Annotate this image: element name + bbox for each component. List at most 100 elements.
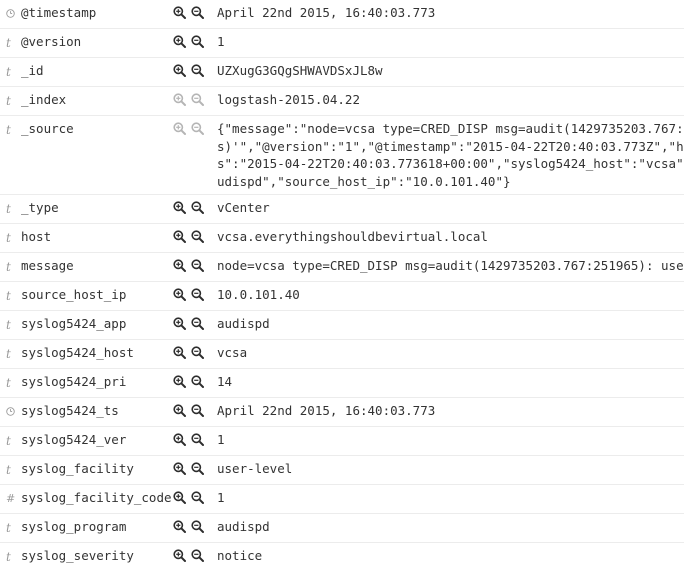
field-name: syslog_program [21,519,127,534]
magnify-minus-icon[interactable] [191,230,204,243]
magnify-minus-icon[interactable] [191,375,204,388]
field-value: UZXugG3GQgSHWAVDSxJL8w [217,63,383,78]
magnify-plus-icon[interactable] [173,64,186,77]
field-name: syslog_severity [21,548,134,563]
table-row: t syslog5424_pri 14 [0,369,684,398]
string-type-icon: t [6,123,11,137]
field-name: _type [21,200,59,215]
filter-actions [173,369,217,388]
filter-actions [173,311,217,330]
magnify-minus-icon[interactable] [191,549,204,562]
filter-actions [173,87,217,106]
magnify-minus-icon[interactable] [191,317,204,330]
field-value: 1 [217,432,225,447]
table-row: t source_host_ip 10.0.101.40 [0,282,684,311]
magnify-minus-icon[interactable] [191,404,204,417]
magnify-plus-icon[interactable] [173,317,186,330]
magnify-minus-icon [191,122,204,135]
field-value: vcsa.everythingshouldbevirtual.local [217,229,488,244]
field-name: source_host_ip [21,287,127,302]
magnify-plus-icon[interactable] [173,462,186,475]
filter-actions [173,340,217,359]
string-type-icon: t [6,376,11,390]
magnify-plus-icon[interactable] [173,433,186,446]
magnify-minus-icon[interactable] [191,462,204,475]
field-name: syslog5424_app [21,316,127,331]
magnify-minus-icon[interactable] [191,288,204,301]
string-type-icon: t [6,231,11,245]
field-value: node=vcsa type=CRED_DISP msg=audit(14297… [217,258,684,273]
magnify-plus-icon[interactable] [173,288,186,301]
filter-actions [173,224,217,243]
field-value: vCenter [217,200,270,215]
field-name: syslog_facility [21,461,134,476]
filter-actions [173,282,217,301]
filter-actions [173,58,217,77]
field-name: message [21,258,74,273]
magnify-minus-icon[interactable] [191,6,204,19]
magnify-minus-icon[interactable] [191,259,204,272]
table-row: t @version 1 [0,29,684,58]
magnify-minus-icon [191,93,204,106]
string-type-icon: t [6,289,11,303]
table-row: # syslog_facility_code 1 [0,485,684,514]
field-value: audispd [217,519,270,534]
field-name: _id [21,63,44,78]
string-type-icon: t [6,550,11,564]
string-type-icon: t [6,347,11,361]
magnify-plus-icon [173,93,186,106]
magnify-minus-icon[interactable] [191,491,204,504]
table-row: t syslog5424_app audispd [0,311,684,340]
magnify-plus-icon[interactable] [173,491,186,504]
magnify-plus-icon[interactable] [173,6,186,19]
string-type-icon: t [6,260,11,274]
field-value: 10.0.101.40 [217,287,300,302]
date-type-icon [0,398,21,420]
magnify-plus-icon[interactable] [173,35,186,48]
table-row: t syslog5424_host vcsa [0,340,684,369]
field-name: _index [21,92,67,107]
magnify-minus-icon[interactable] [191,64,204,77]
string-type-icon: t [6,94,11,108]
field-value: {"message":"node=vcsa type=CRED_DISP msg… [217,121,684,189]
field-name: syslog_facility_code [21,490,172,505]
field-name: syslog5424_pri [21,374,127,389]
table-row: t message node=vcsa type=CRED_DISP msg=aud… [0,253,684,282]
filter-actions [173,253,217,272]
filter-actions [173,195,217,214]
field-name: host [21,229,52,244]
field-value: 1 [217,490,225,505]
field-value: April 22nd 2015, 16:40:03.773 [217,403,436,418]
string-type-icon: t [6,463,11,477]
magnify-plus-icon[interactable] [173,346,186,359]
magnify-minus-icon[interactable] [191,201,204,214]
magnify-minus-icon[interactable] [191,346,204,359]
filter-actions [173,456,217,475]
string-type-icon: t [6,65,11,79]
field-value: notice [217,548,263,563]
magnify-plus-icon[interactable] [173,549,186,562]
magnify-plus-icon[interactable] [173,259,186,272]
filter-actions [173,29,217,48]
magnify-minus-icon[interactable] [191,433,204,446]
table-row: t _type vCenter [0,195,684,224]
field-name: syslog5424_ts [21,403,119,418]
field-value: user-level [217,461,293,476]
magnify-plus-icon[interactable] [173,404,186,417]
filter-actions [173,485,217,504]
table-row: t _id UZXugG3GQgSHWAVDSxJL8w [0,58,684,87]
table-row: @timestamp April 22nd 2015, 16:40:03.773 [0,0,684,29]
table-row: t _index logstash-2015.04.22 [0,87,684,116]
field-value: 1 [217,34,225,49]
magnify-minus-icon[interactable] [191,35,204,48]
magnify-plus-icon[interactable] [173,520,186,533]
magnify-plus-icon[interactable] [173,201,186,214]
string-type-icon: t [6,202,11,216]
table-row: t _source {"message":"node=vcsa type=CRED_… [0,116,684,195]
field-value: vcsa [217,345,248,360]
field-name: @version [21,34,82,49]
field-value: logstash-2015.04.22 [217,92,360,107]
magnify-minus-icon[interactable] [191,520,204,533]
magnify-plus-icon[interactable] [173,375,186,388]
magnify-plus-icon[interactable] [173,230,186,243]
